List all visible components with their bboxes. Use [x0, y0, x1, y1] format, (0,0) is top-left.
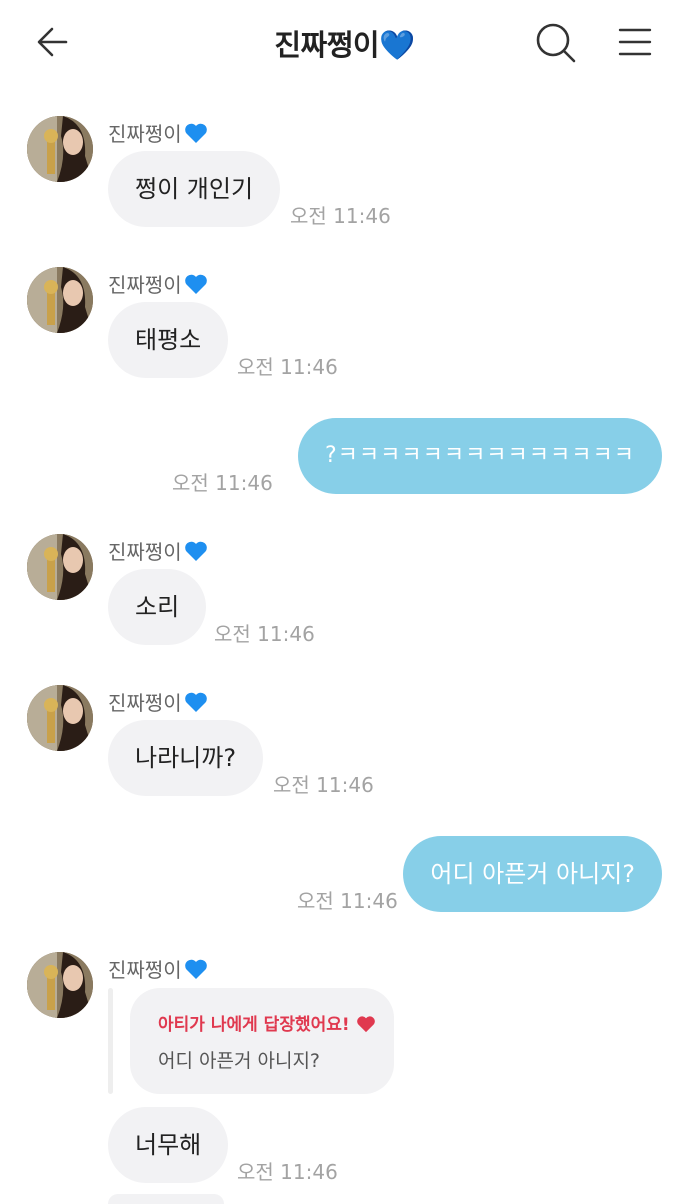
reply-header: 아티가 나에게 답장했어요! — [158, 1010, 376, 1035]
message-time: 오전 11:46 — [214, 622, 315, 646]
avatar-photo — [27, 685, 93, 751]
avatar-photo — [27, 952, 93, 1018]
reply-indicator-bar — [108, 988, 113, 1094]
sender-avatar[interactable] — [27, 534, 93, 600]
message-bubble[interactable]: 쩡이 개인기 — [108, 151, 281, 227]
red-heart-icon — [356, 1016, 375, 1033]
sender-avatar[interactable] — [27, 116, 93, 182]
message-bubble[interactable]: ?ㅋㅋㅋㅋㅋㅋㅋㅋㅋㅋㅋㅋㅋㅋ — [297, 418, 662, 494]
message-bubble[interactable]: 너무해 — [108, 1107, 229, 1183]
message-bubble[interactable]: 어디 아픈거 아니지? — [403, 836, 662, 912]
chat-title: 진짜쩡이💙 — [274, 28, 415, 62]
chat-header: 진짜쩡이💙 — [0, 0, 689, 84]
avatar-photo — [27, 267, 93, 333]
blue-heart-icon — [184, 274, 207, 294]
message-bubble[interactable]: 소리 — [108, 569, 207, 645]
message-bubble[interactable]: 나라니까? — [108, 720, 264, 796]
sender-name: 진짜쩡이 — [108, 536, 208, 567]
avatar-photo — [27, 534, 93, 600]
message-time: 오전 11:46 — [273, 773, 374, 797]
reply-quote-card[interactable] — [130, 988, 394, 1094]
menu-button[interactable] — [614, 24, 656, 60]
message-time: 오전 11:46 — [297, 889, 398, 913]
reply-quoted-text: 어디 아픈거 아니지? — [158, 1050, 321, 1072]
message-bubble[interactable]: 태평소 — [108, 302, 229, 378]
message-time: 오전 11:46 — [237, 355, 338, 379]
next-message-bubble-partial — [108, 1194, 224, 1204]
blue-heart-icon — [184, 123, 207, 143]
sender-name: 진짜쩡이 — [108, 269, 208, 300]
sender-avatar[interactable] — [27, 952, 93, 1018]
blue-heart-icon — [184, 692, 207, 712]
blue-heart-icon — [184, 959, 207, 979]
blue-heart-icon — [184, 541, 207, 561]
avatar-photo — [27, 116, 93, 182]
search-button[interactable] — [532, 20, 580, 66]
message-time: 오전 11:46 — [290, 204, 391, 228]
sender-name: 진짜쩡이 — [108, 687, 208, 718]
sender-avatar[interactable] — [27, 267, 93, 333]
sender-name: 진짜쩡이 — [108, 118, 208, 149]
sender-avatar[interactable] — [27, 685, 93, 751]
message-time: 오전 11:46 — [237, 1160, 338, 1184]
search-icon — [536, 23, 576, 63]
message-time: 오전 11:46 — [172, 471, 273, 495]
sender-name: 진짜쩡이 — [108, 954, 208, 985]
hamburger-menu-icon — [618, 28, 652, 56]
